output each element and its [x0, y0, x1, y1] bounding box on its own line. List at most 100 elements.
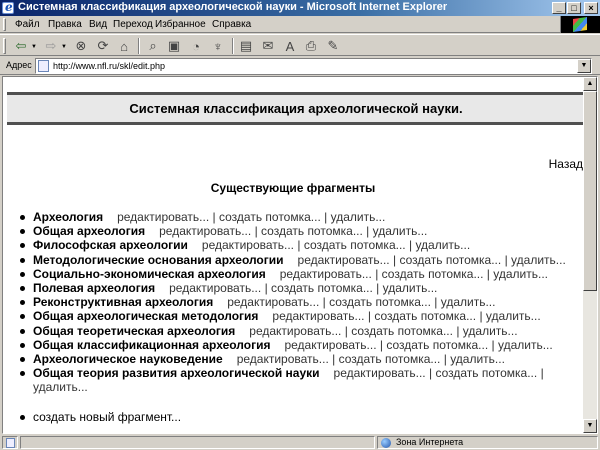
minimize-button[interactable]: _: [552, 2, 566, 14]
delete-link[interactable]: удалить...: [373, 224, 428, 238]
create-child-link[interactable]: создать потомка...: [329, 295, 431, 309]
menu-view[interactable]: Вид: [89, 19, 107, 30]
menu-file[interactable]: Файл: [15, 19, 40, 30]
address-dropdown-icon[interactable]: ▼: [577, 59, 591, 73]
scroll-thumb[interactable]: [583, 91, 597, 291]
delete-link[interactable]: удалить...: [450, 352, 505, 366]
edit-link[interactable]: редактировать...: [280, 267, 372, 281]
edit-link[interactable]: редактировать...: [284, 338, 376, 352]
print-icon[interactable]: ⎙: [302, 37, 320, 55]
edit-link[interactable]: редактировать...: [298, 253, 390, 267]
create-child-link[interactable]: создать потомка...: [399, 253, 501, 267]
fullscreen-icon[interactable]: ▤: [237, 37, 255, 55]
create-child-link[interactable]: создать потомка...: [261, 224, 363, 238]
toolbar-separator: [138, 38, 140, 54]
create-child-link[interactable]: создать потомка...: [304, 238, 406, 252]
vertical-scrollbar[interactable]: ▲ ▼: [583, 77, 597, 433]
forward-icon[interactable]: ⇨: [42, 37, 60, 55]
address-label: Адрес: [6, 60, 32, 70]
menu-bar: Файл Правка Вид Переход Избранное Справк…: [0, 16, 600, 33]
back-dropdown-icon[interactable]: ▼: [31, 44, 37, 50]
menu-grip: [3, 18, 6, 31]
search-icon[interactable]: ⌕: [144, 37, 162, 55]
edit-link[interactable]: редактировать...: [227, 295, 319, 309]
list-item: Общая археологическая методология редакти…: [17, 309, 577, 323]
delete-link[interactable]: удалить...: [441, 295, 496, 309]
edit-icon[interactable]: ✎: [324, 37, 342, 55]
security-zone: Зона Интернета: [377, 436, 598, 449]
delete-link[interactable]: удалить...: [415, 238, 470, 252]
delete-link[interactable]: удалить...: [383, 281, 438, 295]
delete-link[interactable]: удалить...: [463, 324, 518, 338]
back-icon[interactable]: ⇦: [12, 37, 30, 55]
edit-link[interactable]: редактировать...: [159, 224, 251, 238]
scroll-down-icon[interactable]: ▼: [583, 419, 597, 433]
fragment-list: Археология редактировать... | создать пот…: [17, 210, 577, 395]
separator: |: [443, 352, 447, 367]
delete-link[interactable]: удалить...: [498, 338, 553, 352]
edit-link[interactable]: редактировать...: [237, 352, 329, 366]
create-child-link[interactable]: создать потомка...: [374, 309, 476, 323]
delete-link[interactable]: удалить...: [493, 267, 548, 281]
address-input[interactable]: http://www.nfl.ru/skl/edit.php ▼: [35, 58, 592, 74]
separator: |: [344, 323, 348, 338]
delete-link[interactable]: удалить...: [486, 309, 541, 323]
back-link[interactable]: Назад: [549, 157, 583, 171]
fragment-name: Общая теория развития археологической на…: [33, 366, 320, 381]
menu-help[interactable]: Справка: [212, 19, 251, 30]
mail-icon[interactable]: ✉: [259, 37, 277, 55]
channels-icon[interactable]: ♆: [209, 37, 227, 55]
create-child-link[interactable]: создать потомка...: [386, 338, 488, 352]
fragment-name: Социально-экономическая археология: [33, 266, 266, 281]
menu-go[interactable]: Переход: [113, 19, 153, 30]
history-icon[interactable]: ◔: [187, 37, 205, 55]
refresh-icon[interactable]: ⟳: [94, 37, 112, 55]
create-child-link[interactable]: создать потомка...: [339, 352, 441, 366]
create-child-link[interactable]: создать потомка...: [435, 366, 537, 380]
separator: |: [254, 224, 258, 239]
create-child-link[interactable]: создать потомка...: [351, 324, 453, 338]
edit-link[interactable]: редактировать...: [272, 309, 364, 323]
create-child-link[interactable]: создать потомка...: [271, 281, 373, 295]
menu-favorites[interactable]: Избранное: [155, 19, 206, 30]
forward-dropdown-icon[interactable]: ▼: [61, 44, 67, 50]
close-button[interactable]: ×: [584, 2, 598, 14]
list-item: создать новый фрагмент...: [17, 410, 417, 424]
edit-link[interactable]: редактировать...: [202, 238, 294, 252]
favorites-icon[interactable]: ▣: [165, 37, 183, 55]
list-item: Общая теоретическая археология редактиров…: [17, 324, 577, 338]
fragment-name: Общая археологическая методология: [33, 309, 259, 324]
scroll-up-icon[interactable]: ▲: [583, 77, 597, 91]
create-child-link[interactable]: создать потомка...: [219, 210, 321, 224]
stop-icon[interactable]: ⊗: [72, 37, 90, 55]
separator: |: [322, 295, 326, 310]
edit-link[interactable]: редактировать...: [249, 324, 341, 338]
address-url[interactable]: http://www.nfl.ru/skl/edit.php: [53, 61, 165, 71]
menu-edit[interactable]: Правка: [48, 19, 82, 30]
delete-link[interactable]: удалить...: [33, 380, 88, 394]
font-icon[interactable]: A: [281, 37, 299, 55]
edit-link[interactable]: редактировать...: [117, 210, 209, 224]
maximize-button[interactable]: □: [567, 2, 581, 14]
separator: |: [264, 281, 268, 296]
separator: |: [428, 366, 433, 381]
separator: |: [504, 252, 508, 267]
list-item: Общая теория развития археологической на…: [17, 366, 577, 394]
new-fragment-list: создать новый фрагмент...: [17, 410, 417, 424]
create-child-link[interactable]: создать потомка...: [382, 267, 484, 281]
fragment-name: Полевая археология: [33, 281, 156, 296]
separator: |: [324, 210, 328, 224]
delete-link[interactable]: удалить...: [331, 210, 386, 224]
delete-link[interactable]: удалить...: [511, 253, 566, 267]
edit-link[interactable]: редактировать...: [169, 281, 261, 295]
home-icon[interactable]: ⌂: [115, 37, 133, 55]
separator: |: [366, 224, 370, 239]
fragment-name: Реконструктивная археология: [33, 295, 214, 310]
separator: |: [434, 295, 438, 310]
edit-link[interactable]: редактировать...: [334, 366, 426, 380]
list-item: Общая классификационная археология редакт…: [17, 338, 577, 352]
page-title: Системная классификация археологической …: [129, 101, 463, 116]
create-fragment-link[interactable]: создать новый фрагмент...: [33, 410, 181, 424]
separator: |: [379, 337, 384, 352]
zone-label: Зона Интернета: [396, 437, 464, 447]
